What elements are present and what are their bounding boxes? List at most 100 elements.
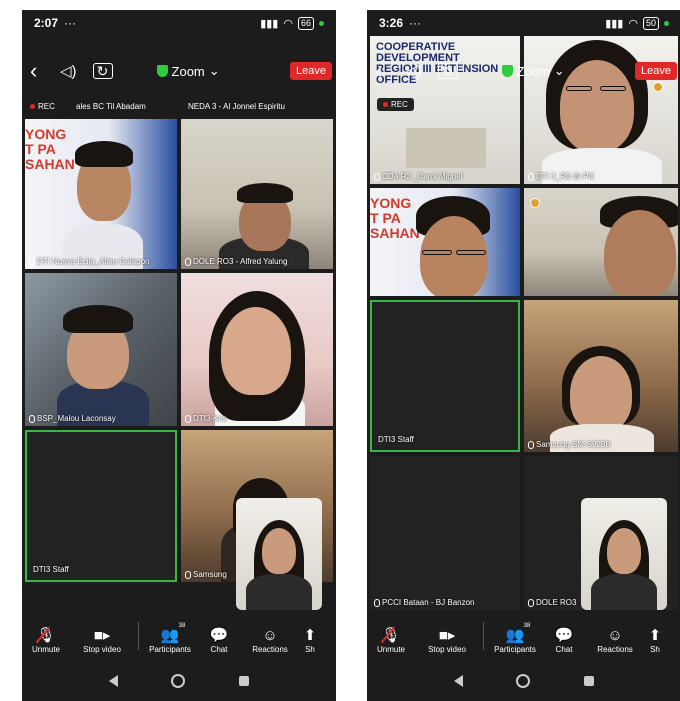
video-icon: ■▸ [93, 627, 111, 644]
meeting-top-bar: ‹ ◁) ↻ Zoom ⌄ Leave [367, 54, 680, 88]
chevron-left-icon[interactable]: ‹ [375, 58, 397, 84]
mic-icon [528, 172, 534, 181]
leave-button[interactable]: Leave [635, 62, 677, 80]
phone-screen-left: 2:07 ··· ▮▮▮ ◠ 66 ‹ ◁) ↻ Zoom ⌄ Leave RE… [22, 10, 336, 701]
video-tile[interactable]: BSP_Malou Laconsay [25, 273, 177, 426]
stop-video-button[interactable]: ■▸ Stop video [70, 614, 134, 658]
mic-icon [528, 598, 534, 607]
reactions-icon: ☺ [262, 626, 278, 644]
shield-icon [156, 65, 168, 77]
privacy-indicator-icon [664, 20, 669, 26]
camera-switch-icon[interactable]: ↻ [437, 63, 458, 79]
leave-button[interactable]: Leave [290, 62, 332, 80]
rec-label: REC [38, 102, 55, 111]
nav-home-icon[interactable] [171, 674, 186, 688]
status-bar: 2:07 ··· ▮▮▮ ◠ 66 [22, 10, 336, 36]
status-notification-dots: ··· [409, 16, 422, 30]
banner-text: YONG T PA SAHAN [370, 195, 420, 241]
recording-indicator: REC [377, 98, 414, 111]
speaker-icon[interactable]: ◁) [405, 62, 422, 80]
stop-video-button[interactable]: ■▸ Stop video [415, 614, 479, 658]
video-tile[interactable]: YONG T PA SAHAN DTI Nueva Ecija_Allee Gala… [25, 119, 177, 269]
participants-icon: 👥 38 [505, 623, 531, 644]
signal-icon: ▮▮▮ [605, 17, 624, 30]
video-tile[interactable]: DTI3-Kris [181, 273, 333, 426]
chevron-left-icon[interactable]: ‹ [30, 58, 52, 84]
banner-text: YONG T PA SAHAN [25, 126, 75, 172]
participant-label: DOLE RO3 - Alfred Yalung [185, 257, 287, 266]
nav-recents-icon[interactable] [239, 676, 250, 686]
nav-recents-icon[interactable] [584, 676, 595, 686]
participant-label: DTI3 Staff [378, 435, 414, 444]
video-icon: ■▸ [438, 627, 456, 644]
participant-label: BSP_Malou Laconsay [29, 414, 116, 423]
chevron-down-icon: ⌄ [553, 63, 565, 78]
participants-icon: 👥 38 [160, 623, 186, 644]
camera-switch-icon[interactable]: ↻ [92, 63, 113, 79]
wifi-icon: ◠ [628, 17, 638, 30]
chat-button[interactable]: 💬 Chat [542, 614, 586, 658]
reactions-button[interactable]: ☺ Reactions [241, 614, 299, 658]
mic-icon [374, 598, 380, 607]
self-view-preview[interactable] [236, 498, 322, 610]
android-nav-bar [22, 661, 336, 701]
nav-back-icon[interactable] [108, 675, 118, 687]
chat-icon: 💬 [209, 627, 229, 644]
wifi-icon: ◠ [283, 17, 293, 30]
nav-back-icon[interactable] [453, 675, 463, 687]
system-icons: ▮▮▮ ◠ 50 [605, 16, 669, 30]
speaker-icon[interactable]: ◁) [60, 62, 77, 80]
share-icon: ⬆ [648, 627, 662, 644]
phone-screen-right: 3:26 ··· ▮▮▮ ◠ 50 COOPERATIVE DEVELOPMEN… [367, 10, 680, 701]
status-time: 3:26 [379, 16, 404, 30]
participant-label: DTI3-Kris [185, 414, 227, 423]
video-tile[interactable]: DOLE RO3 - Alfred Yalung [181, 119, 333, 269]
video-tile-active-speaker[interactable]: DTI3 Staff [370, 300, 520, 452]
video-tile-active-speaker[interactable]: DTI3 Staff [25, 430, 177, 582]
record-dot-icon [30, 104, 35, 109]
battery-icon: 50 [642, 16, 659, 30]
mic-icon [185, 257, 191, 266]
share-icon: ⬆ [303, 627, 317, 644]
unmute-button[interactable]: 🎙 Unmute [22, 614, 70, 658]
mic-muted-icon: 🎙 [381, 626, 401, 644]
video-tile[interactable]: Samsung SM-S928B [524, 300, 678, 452]
mic-muted-icon: 🎙 [36, 626, 56, 644]
share-button[interactable]: ⬆ Sh [299, 614, 321, 658]
video-tile[interactable]: PCCI Bataan - BJ Banzon [370, 456, 520, 610]
recording-indicator: REC [30, 102, 55, 111]
chat-button[interactable]: 💬 Chat [197, 614, 241, 658]
battery-icon: 66 [297, 16, 314, 30]
reactions-icon: ☺ [607, 626, 623, 644]
meeting-top-bar: ‹ ◁) ↻ Zoom ⌄ Leave [22, 54, 336, 88]
video-tile[interactable]: YONG T PA SAHAN [370, 188, 520, 296]
self-view-preview[interactable] [581, 498, 667, 610]
unmute-button[interactable]: 🎙 Unmute [367, 614, 415, 658]
chevron-down-icon: ⌄ [208, 63, 220, 78]
reaction-indicator-icon [653, 82, 663, 92]
android-nav-bar [367, 661, 680, 701]
participant-label: DTI3 Staff [33, 565, 69, 574]
video-tile[interactable] [524, 188, 678, 296]
meeting-app-label: Zoom [516, 63, 550, 79]
signal-icon: ▮▮▮ [260, 17, 279, 30]
meeting-info-button[interactable]: Zoom ⌄ [501, 63, 565, 79]
participants-button[interactable]: 👥 38 Participants [143, 614, 197, 658]
mic-icon [29, 257, 35, 266]
system-icons: ▮▮▮ ◠ 66 [260, 16, 324, 30]
record-dot-icon [383, 102, 388, 107]
status-time: 2:07 [34, 16, 59, 30]
participant-name-strip: NEDA 3 - Al Jonnel Espiritu [188, 102, 285, 111]
privacy-indicator-icon [319, 20, 324, 26]
meeting-info-button[interactable]: Zoom ⌄ [156, 63, 220, 79]
nav-home-icon[interactable] [516, 674, 531, 688]
participant-label: DOLE RO3 [528, 598, 576, 607]
reaction-indicator-icon [530, 198, 540, 208]
mic-icon [29, 414, 35, 423]
toolbar-divider [483, 622, 484, 650]
reactions-button[interactable]: ☺ Reactions [586, 614, 644, 658]
participants-button[interactable]: 👥 38 Participants [488, 614, 542, 658]
meeting-toolbar: 🎙 Unmute ■▸ Stop video 👥 38 Participants … [22, 614, 336, 658]
share-button[interactable]: ⬆ Sh [644, 614, 666, 658]
rec-label: REC [391, 100, 408, 109]
